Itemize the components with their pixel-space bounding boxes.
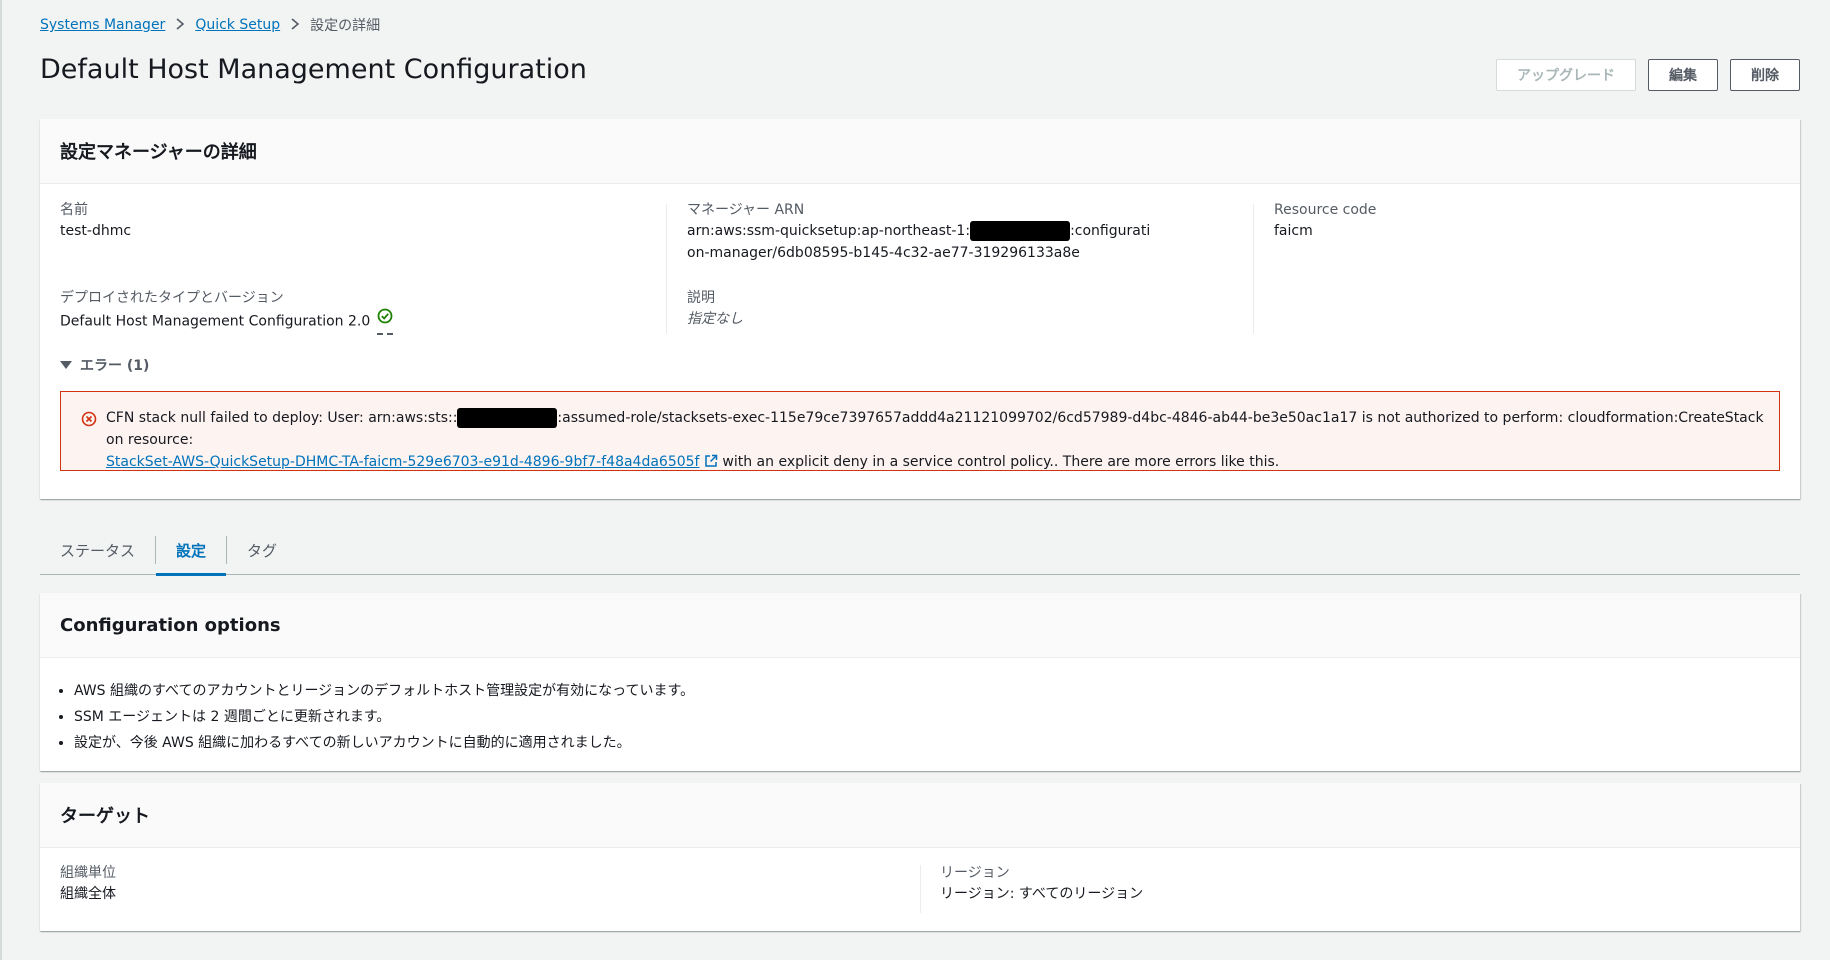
name-field: 名前 test-dhmc xyxy=(60,200,540,242)
targets-panel: ターゲット 組織単位 組織全体 リージョン リージョン: すべてのリージョン xyxy=(40,783,1800,931)
description-label: 説明 xyxy=(687,290,715,306)
list-item: SSM エージェントは 2 週間ごとに更新されます。 xyxy=(74,704,1780,730)
error-message: CFN stack null failed to deploy: User: a… xyxy=(106,407,1766,473)
page-title: Default Host Management Configuration xyxy=(40,54,587,85)
deployed-value: Default Host Management Configuration 2.… xyxy=(60,313,371,330)
region-value: リージョン: すべてのリージョン xyxy=(940,886,1144,902)
tab-status[interactable]: ステータス xyxy=(40,525,155,575)
name-label: 名前 xyxy=(60,202,88,218)
chevron-right-icon xyxy=(175,16,185,34)
caret-down-icon xyxy=(60,361,72,369)
redacted-account-id xyxy=(970,221,1071,241)
delete-button[interactable]: 削除 xyxy=(1730,59,1800,91)
organizational-unit-label: 組織単位 xyxy=(60,865,116,881)
breadcrumb-current: 設定の詳細 xyxy=(310,18,381,34)
breadcrumb-systems-manager[interactable]: Systems Manager xyxy=(40,17,165,33)
edit-button[interactable]: 編集 xyxy=(1648,59,1718,91)
error-circle-icon xyxy=(81,411,97,431)
resource-code-label: Resource code xyxy=(1274,202,1377,218)
tab-bar: ステータス 設定 タグ xyxy=(40,525,1800,576)
region-label: リージョン xyxy=(940,865,1010,881)
configuration-options-header: Configuration options xyxy=(40,593,1800,658)
resource-code-value: faicm xyxy=(1274,223,1313,239)
details-panel-header: 設定マネージャーの詳細 xyxy=(40,119,1800,184)
deployed-label: デプロイされたタイプとバージョン xyxy=(60,290,284,306)
redacted-account-id xyxy=(457,408,558,428)
details-panel: 設定マネージャーの詳細 名前 test-dhmc デプロイされたタイプとバージョ… xyxy=(40,119,1800,499)
tab-settings[interactable]: 設定 xyxy=(156,525,227,576)
configuration-options-list: AWS 組織のすべてのアカウントとリージョンのデフォルトホスト管理設定が有効にな… xyxy=(40,658,1800,756)
chevron-right-icon xyxy=(290,16,300,34)
error-alert: CFN stack null failed to deploy: User: a… xyxy=(60,391,1780,471)
name-value: test-dhmc xyxy=(60,223,132,239)
column-divider xyxy=(1253,204,1254,334)
resource-code-field: Resource code faicm xyxy=(1274,200,1754,242)
column-divider xyxy=(920,865,921,913)
region-field: リージョン リージョン: すべてのリージョン xyxy=(940,863,1143,905)
details-panel-title: 設定マネージャーの詳細 xyxy=(60,142,257,163)
error-text-part3: with an explicit deny in a service contr… xyxy=(722,454,1280,470)
check-circle-icon[interactable] xyxy=(376,308,393,335)
arn-value: arn:aws:ssm-quicksetup:ap-northeast-1::c… xyxy=(687,220,1157,264)
upgrade-button[interactable]: アップグレード xyxy=(1496,59,1636,91)
targets-title: ターゲット xyxy=(60,806,150,827)
header-actions: アップグレード 編集 削除 xyxy=(1496,59,1800,91)
column-divider xyxy=(666,204,667,334)
errors-expander[interactable]: エラー (1) xyxy=(60,355,149,375)
tab-tags[interactable]: タグ xyxy=(227,525,297,575)
arn-label: マネージャー ARN xyxy=(687,202,805,218)
breadcrumb-quick-setup[interactable]: Quick Setup xyxy=(195,17,280,33)
errors-label: エラー (1) xyxy=(80,358,150,374)
details-grid: 名前 test-dhmc デプロイされたタイプとバージョン Default Ho… xyxy=(40,184,1800,344)
external-link-icon[interactable] xyxy=(704,454,718,470)
page: Systems Manager Quick Setup 設定の詳細 Defaul… xyxy=(0,0,1830,960)
description-field: 説明 指定なし xyxy=(687,288,1167,330)
breadcrumb: Systems Manager Quick Setup 設定の詳細 xyxy=(40,14,380,36)
window-edge xyxy=(0,0,2,960)
organizational-unit-value: 組織全体 xyxy=(60,886,116,902)
deployed-value-row: Default Host Management Configuration 2.… xyxy=(60,308,620,335)
configuration-options-panel: Configuration options AWS 組織のすべてのアカウントとリ… xyxy=(40,593,1800,771)
description-value: 指定なし xyxy=(687,311,743,327)
arn-prefix: arn:aws:ssm-quicksetup:ap-northeast-1: xyxy=(687,223,971,239)
stackset-link[interactable]: StackSet-AWS-QuickSetup-DHMC-TA-faicm-52… xyxy=(106,454,699,470)
list-item: 設定が、今後 AWS 組織に加わるすべての新しいアカウントに自動的に適用されまし… xyxy=(74,730,1780,756)
configuration-options-title: Configuration options xyxy=(60,614,281,636)
targets-header: ターゲット xyxy=(40,783,1800,848)
error-text-part1: CFN stack null failed to deploy: User: a… xyxy=(106,410,458,426)
arn-field: マネージャー ARN arn:aws:ssm-quicksetup:ap-nor… xyxy=(687,200,1157,264)
deployed-field: デプロイされたタイプとバージョン Default Host Management… xyxy=(60,288,620,335)
list-item: AWS 組織のすべてのアカウントとリージョンのデフォルトホスト管理設定が有効にな… xyxy=(74,678,1780,704)
organizational-unit-field: 組織単位 組織全体 xyxy=(60,863,116,905)
